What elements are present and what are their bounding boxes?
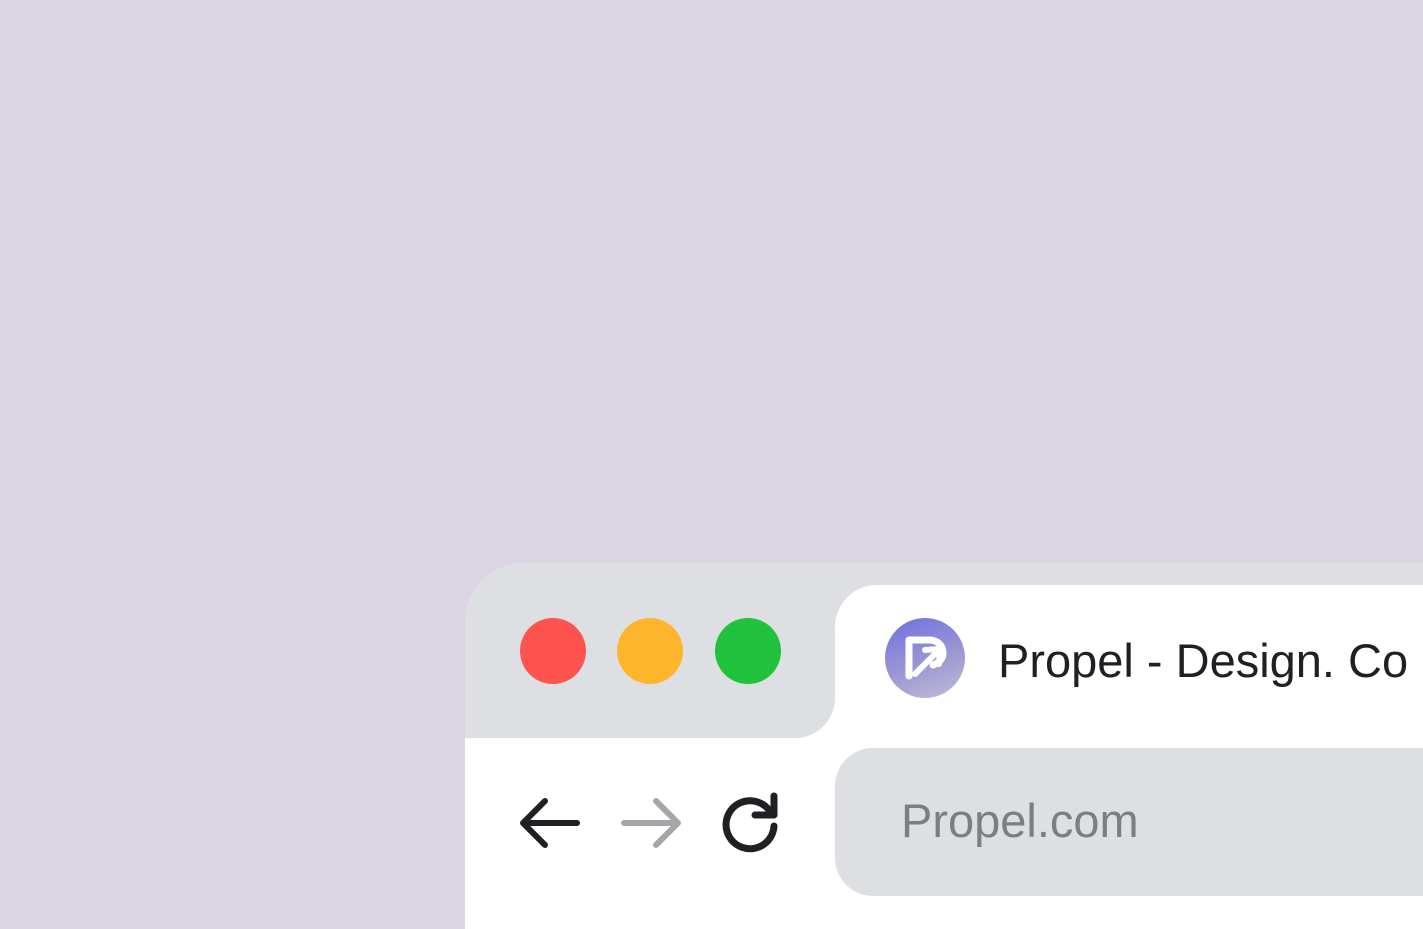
title-bar: Propel - Design. Co — [465, 563, 1423, 738]
arrow-left-icon — [520, 798, 580, 848]
browser-window: Propel - Design. Co Propel.com — [465, 563, 1423, 929]
reload-button[interactable] — [717, 790, 783, 856]
maximize-window-button[interactable] — [715, 618, 781, 684]
forward-button[interactable] — [618, 790, 684, 856]
close-window-button[interactable] — [520, 618, 586, 684]
tab-title: Propel - Design. Co — [998, 634, 1409, 687]
back-button[interactable] — [517, 790, 583, 856]
browser-toolbar: Propel.com — [465, 738, 1423, 929]
tab-curve — [795, 698, 835, 738]
minimize-window-button[interactable] — [617, 618, 683, 684]
reload-icon — [722, 792, 778, 853]
arrow-right-icon — [621, 798, 681, 848]
address-bar[interactable]: Propel.com — [835, 748, 1423, 896]
propel-logo-icon — [885, 618, 965, 698]
browser-tab[interactable]: Propel - Design. Co — [835, 585, 1423, 738]
address-url: Propel.com — [901, 794, 1139, 847]
propel-logo-mark — [905, 636, 947, 680]
